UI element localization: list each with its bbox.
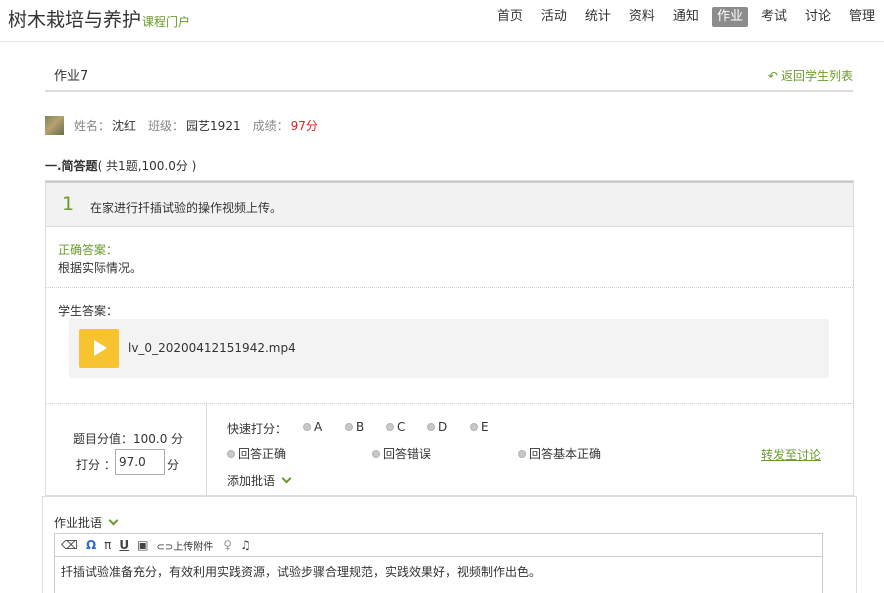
score-input-label: 打分 ： (76, 458, 116, 472)
chevron-down-icon (108, 515, 119, 526)
feedback-editor[interactable]: 扦插试验准备充分，有效利用实践资源，试验步骤合理规范，实践效果好，视频制作出色。 (54, 556, 823, 593)
score-label: 成绩： (252, 118, 289, 133)
question-text: 在家进行扦插试验的操作视频上传。 (90, 201, 283, 215)
back-arrow-icon: ↶ (767, 69, 778, 83)
radio-icon (345, 423, 353, 431)
score-input[interactable] (115, 449, 165, 475)
special-char-icon[interactable]: Ω (86, 539, 96, 551)
image-icon[interactable]: ▣ (137, 539, 148, 551)
add-comment-label: 添加批语 (227, 474, 276, 488)
comment-wrong-label: 回答错误 (383, 447, 432, 461)
quick-score-d-label: D (438, 420, 448, 434)
student-score: 97分 (290, 118, 318, 133)
eraser-icon[interactable]: ⌫ (61, 539, 78, 551)
nav-exam[interactable]: 考试 (756, 7, 792, 27)
add-comment-toggle[interactable]: 添加批语 (227, 472, 292, 489)
comment-correct-label: 回答正确 (238, 447, 287, 461)
score-unit: 分 (167, 458, 180, 472)
course-title: 树木栽培与养护 (8, 9, 142, 31)
assignment-title: 作业7 (54, 69, 89, 84)
radio-icon (372, 449, 380, 458)
back-link-label: 返回学生列表 (780, 69, 853, 83)
comment-mostly-correct-label: 回答基本正确 (529, 447, 602, 461)
nav-home[interactable]: 首页 (492, 7, 528, 27)
nav-materials[interactable]: 资料 (624, 7, 660, 27)
student-class: 园艺1921 (186, 118, 241, 133)
quick-score-label: 快速打分： (227, 422, 288, 436)
class-label: 班级： (148, 118, 185, 133)
student-answer-label: 学生答案： (58, 304, 119, 318)
editor-toolbar: ⌫ Ω π U ▣ ⊂⊃上传附件 ♀ ♫ (54, 533, 823, 557)
name-label: 姓名： (74, 118, 111, 133)
nav-homework[interactable]: 作业 (711, 7, 748, 27)
upload-attachment-label: 上传附件 (173, 541, 214, 553)
upload-attachment-button[interactable]: ⊂⊃上传附件 (157, 538, 214, 553)
comment-correct[interactable]: 回答正确 (227, 445, 286, 462)
quick-score-b[interactable]: B (345, 420, 364, 434)
question-max-score: 题目分值：100.0 分 (73, 432, 184, 446)
radio-icon (386, 423, 394, 431)
music-icon[interactable]: ♫ (240, 539, 251, 551)
play-icon[interactable] (79, 329, 119, 368)
course-brand[interactable]: 树木栽培与养护课程门户 (8, 5, 190, 32)
feedback-toggle[interactable]: 作业批语 (54, 514, 119, 531)
radio-icon (427, 423, 435, 431)
nav-notices[interactable]: 通知 (668, 7, 704, 27)
quick-score-e[interactable]: E (470, 420, 489, 434)
underline-icon[interactable]: U (119, 539, 129, 551)
radio-icon (518, 449, 526, 458)
student-name: 沈红 (112, 118, 137, 133)
attachment-file-name[interactable]: lv_0_20200412151942.mp4 (128, 341, 296, 355)
video-attachment[interactable]: lv_0_20200412151942.mp4 (69, 319, 829, 378)
assignment-title-row: 作业7 ↶ 返回学生列表 (45, 56, 853, 92)
quick-score-b-label: B (356, 420, 365, 434)
link-icon: ⊂⊃ (156, 541, 174, 553)
question-number: 1 (62, 193, 75, 215)
course-portal-link[interactable]: 课程门户 (142, 15, 190, 29)
feedback-panel: 作业批语 ⌫ Ω π U ▣ ⊂⊃上传附件 ♀ ♫ 扦插试验准备充分，有效利用实… (42, 496, 857, 593)
score-panel: 题目分值：100.0 分 打分 ： 分 (46, 404, 207, 497)
section-meta: ( 共1题,100.0分 ) (97, 159, 197, 173)
radio-icon (303, 423, 311, 431)
quick-score-a[interactable]: A (303, 420, 322, 434)
question-card: 1 在家进行扦插试验的操作视频上传。 正确答案： 根据实际情况。 学生答案： l… (45, 180, 854, 497)
question-header: 1 在家进行扦插试验的操作视频上传。 (46, 181, 853, 227)
correct-answer-label: 正确答案： (58, 243, 119, 257)
microphone-icon[interactable]: ♀ (223, 539, 232, 551)
formula-icon[interactable]: π (104, 539, 111, 551)
back-to-student-list-link[interactable]: ↶ 返回学生列表 (768, 67, 853, 84)
top-bar: 树木栽培与养护课程门户 首页 活动 统计 资料 通知 作业 考试 讨论 管理 (0, 0, 884, 42)
nav-statistics[interactable]: 统计 (580, 7, 616, 27)
forward-to-discussion-link[interactable]: 转发至讨论 (761, 446, 821, 463)
quick-score-e-label: E (481, 420, 489, 434)
quick-score-a-label: A (314, 420, 323, 434)
comment-wrong[interactable]: 回答错误 (372, 445, 431, 462)
grading-area: 题目分值：100.0 分 打分 ： 分 快速打分： A B C D E 回答正确… (46, 403, 853, 497)
correct-answer-block: 正确答案： 根据实际情况。 (46, 227, 853, 288)
chevron-down-icon (281, 473, 292, 484)
correct-answer-text: 根据实际情况。 (58, 261, 143, 275)
quick-score-c-label: C (397, 420, 406, 434)
radio-icon (470, 423, 478, 431)
avatar (45, 115, 64, 135)
radio-icon (227, 449, 235, 458)
main-nav: 首页 活动 统计 资料 通知 作业 考试 讨论 管理 (484, 7, 880, 27)
section-heading: 一.简答题( 共1题,100.0分 ) (45, 157, 196, 174)
quick-score-c[interactable]: C (386, 420, 405, 434)
section-title: 一.简答题 (45, 159, 98, 173)
comment-mostly-correct[interactable]: 回答基本正确 (518, 445, 601, 462)
nav-activity[interactable]: 活动 (536, 7, 572, 27)
nav-manage[interactable]: 管理 (844, 7, 880, 27)
feedback-label: 作业批语 (54, 516, 103, 530)
student-info: 姓名： 沈红 班级： 园艺1921 成绩： 97分 (45, 115, 330, 135)
nav-discussion[interactable]: 讨论 (800, 7, 836, 27)
quick-score-d[interactable]: D (427, 420, 447, 434)
